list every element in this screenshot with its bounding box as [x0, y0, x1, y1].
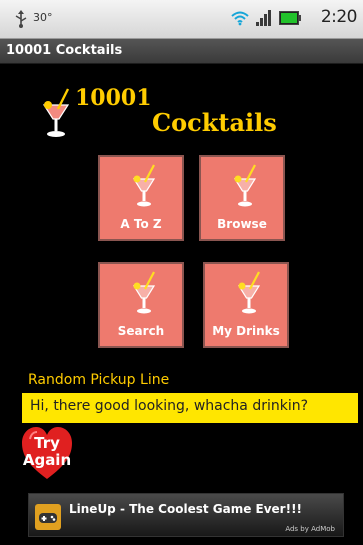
- app-title-bar: 10001 Cocktails: [0, 39, 363, 64]
- cocktail-glass-icon: [237, 271, 261, 314]
- usb-icon: [15, 10, 27, 28]
- cocktail-glass-icon: [233, 164, 257, 207]
- browse-button[interactable]: Browse: [199, 155, 285, 241]
- pickup-line-heading: Random Pickup Line: [28, 372, 170, 388]
- search-label: Search: [117, 324, 165, 338]
- ad-banner[interactable]: LineUp - The Coolest Game Ever!!! Ads by…: [28, 493, 344, 537]
- search-button[interactable]: Search: [98, 262, 184, 348]
- cocktail-glass-icon: [132, 164, 156, 207]
- logo-text-name: Cocktails: [152, 108, 277, 137]
- wifi-icon: [231, 11, 249, 26]
- status-bar: 30° 2:20: [0, 0, 363, 39]
- temperature-text: 30°: [33, 11, 53, 24]
- ad-attribution: Ads by AdMob: [285, 525, 335, 533]
- try-again-button[interactable]: Try Again: [22, 427, 72, 481]
- my-drinks-label: My Drinks: [212, 324, 280, 338]
- clock: 2:20: [320, 7, 358, 27]
- cocktail-glass-icon: [42, 88, 70, 137]
- gamepad-icon: [35, 504, 61, 530]
- try-again-label-line2: Again: [22, 451, 72, 469]
- app-title: 10001 Cocktails: [6, 43, 123, 58]
- logo-text-number: 10001: [75, 85, 152, 111]
- my-drinks-button[interactable]: My Drinks: [203, 262, 289, 348]
- try-again-label-line1: Try: [34, 434, 60, 452]
- a-to-z-button[interactable]: A To Z: [98, 155, 184, 241]
- signal-icon: [256, 10, 271, 26]
- pickup-line-text: Hi, there good looking, whacha drinkin?: [22, 393, 358, 423]
- ad-text: LineUp - The Coolest Game Ever!!!: [69, 502, 303, 516]
- a-to-z-label: A To Z: [120, 217, 162, 231]
- browse-label: Browse: [217, 217, 267, 231]
- battery-icon: [279, 11, 301, 25]
- cocktail-glass-icon: [132, 271, 156, 314]
